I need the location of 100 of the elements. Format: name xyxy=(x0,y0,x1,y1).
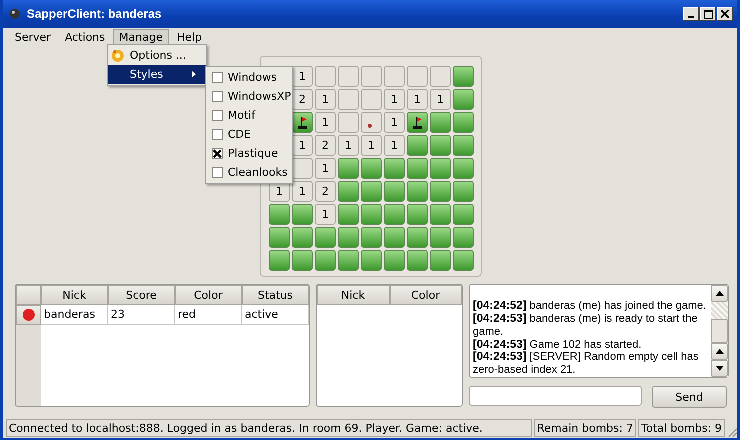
menu-option[interactable]: Styles xyxy=(108,65,206,84)
closed-cell[interactable] xyxy=(269,227,290,248)
menu-item[interactable]: Actions xyxy=(59,29,112,46)
flagged-cell[interactable] xyxy=(407,112,428,133)
column-header[interactable]: Nick xyxy=(41,285,108,305)
closed-cell[interactable] xyxy=(407,227,428,248)
closed-cell[interactable] xyxy=(361,158,382,179)
menu-option[interactable]: WindowsXP xyxy=(206,87,292,106)
open-cell[interactable]: 1 xyxy=(430,89,451,110)
open-cell[interactable]: 1 xyxy=(407,89,428,110)
closed-cell[interactable] xyxy=(430,181,451,202)
open-cell[interactable] xyxy=(384,66,405,87)
closed-cell[interactable] xyxy=(430,112,451,133)
open-cell[interactable] xyxy=(338,89,359,110)
menu-option[interactable]: Cleanlooks xyxy=(206,163,292,182)
closed-cell[interactable] xyxy=(430,204,451,225)
closed-cell[interactable] xyxy=(430,135,451,156)
corner-header[interactable] xyxy=(16,285,41,305)
closed-cell[interactable] xyxy=(407,158,428,179)
closed-cell[interactable] xyxy=(292,204,313,225)
menu-option[interactable]: CDE xyxy=(206,125,292,144)
close-button[interactable] xyxy=(717,7,733,21)
menu-item[interactable]: Help xyxy=(170,29,208,46)
open-cell[interactable] xyxy=(361,66,382,87)
scrollbar[interactable] xyxy=(711,285,728,377)
closed-cell[interactable] xyxy=(292,227,313,248)
closed-cell[interactable] xyxy=(361,227,382,248)
closed-cell[interactable] xyxy=(453,227,474,248)
closed-cell[interactable] xyxy=(338,204,359,225)
maximize-button[interactable] xyxy=(700,7,716,21)
open-cell[interactable]: 1 xyxy=(292,135,313,156)
closed-cell[interactable] xyxy=(269,204,290,225)
menu-option[interactable]: Motif xyxy=(206,106,292,125)
closed-cell[interactable] xyxy=(315,227,336,248)
closed-cell[interactable] xyxy=(384,181,405,202)
open-cell[interactable]: 1 xyxy=(384,89,405,110)
closed-cell[interactable] xyxy=(453,158,474,179)
open-cell[interactable] xyxy=(338,112,359,133)
flagged-cell[interactable] xyxy=(292,112,313,133)
open-cell[interactable] xyxy=(361,112,382,133)
column-header[interactable]: Nick xyxy=(317,285,390,305)
closed-cell[interactable] xyxy=(430,250,451,271)
open-cell[interactable]: 2 xyxy=(292,89,313,110)
open-cell[interactable] xyxy=(430,66,451,87)
closed-cell[interactable] xyxy=(338,158,359,179)
closed-cell[interactable] xyxy=(453,89,474,110)
closed-cell[interactable] xyxy=(384,227,405,248)
closed-cell[interactable] xyxy=(453,181,474,202)
checkbox[interactable] xyxy=(212,167,223,178)
menu-option[interactable]: Plastique xyxy=(206,144,292,163)
closed-cell[interactable] xyxy=(430,158,451,179)
checkbox[interactable] xyxy=(212,148,223,159)
closed-cell[interactable] xyxy=(407,135,428,156)
open-cell[interactable]: 1 xyxy=(292,181,313,202)
closed-cell[interactable] xyxy=(407,181,428,202)
closed-cell[interactable] xyxy=(453,66,474,87)
closed-cell[interactable] xyxy=(292,250,313,271)
closed-cell[interactable] xyxy=(453,112,474,133)
row-header[interactable] xyxy=(16,305,41,325)
closed-cell[interactable] xyxy=(384,250,405,271)
open-cell[interactable] xyxy=(407,66,428,87)
open-cell[interactable]: 2 xyxy=(315,135,336,156)
closed-cell[interactable] xyxy=(453,250,474,271)
closed-cell[interactable] xyxy=(384,204,405,225)
closed-cell[interactable] xyxy=(269,250,290,271)
closed-cell[interactable] xyxy=(407,250,428,271)
closed-cell[interactable] xyxy=(453,204,474,225)
open-cell[interactable] xyxy=(338,66,359,87)
open-cell[interactable] xyxy=(315,66,336,87)
closed-cell[interactable] xyxy=(361,204,382,225)
column-header[interactable]: Status xyxy=(242,285,309,305)
open-cell[interactable] xyxy=(361,89,382,110)
checkbox[interactable] xyxy=(212,110,223,121)
checkbox[interactable] xyxy=(212,91,223,102)
open-cell[interactable] xyxy=(292,158,313,179)
open-cell[interactable]: 1 xyxy=(315,112,336,133)
closed-cell[interactable] xyxy=(361,181,382,202)
closed-cell[interactable] xyxy=(338,227,359,248)
closed-cell[interactable] xyxy=(384,158,405,179)
closed-cell[interactable] xyxy=(338,181,359,202)
menu-item[interactable]: Server xyxy=(9,29,58,46)
open-cell[interactable]: 1 xyxy=(384,135,405,156)
checkbox[interactable] xyxy=(212,129,223,140)
open-cell[interactable]: 1 xyxy=(315,158,336,179)
minimize-button[interactable] xyxy=(683,7,699,21)
open-cell[interactable]: 2 xyxy=(315,181,336,202)
column-header[interactable]: Color xyxy=(390,285,462,305)
menu-option[interactable]: Windows xyxy=(206,68,292,87)
closed-cell[interactable] xyxy=(407,204,428,225)
closed-cell[interactable] xyxy=(338,250,359,271)
column-header[interactable]: Color xyxy=(175,285,242,305)
open-cell[interactable]: 1 xyxy=(315,89,336,110)
menu-option[interactable]: Options ... xyxy=(108,46,206,65)
open-cell[interactable]: 1 xyxy=(384,112,405,133)
open-cell[interactable]: 1 xyxy=(361,135,382,156)
closed-cell[interactable] xyxy=(453,135,474,156)
closed-cell[interactable] xyxy=(315,250,336,271)
closed-cell[interactable] xyxy=(361,250,382,271)
closed-cell[interactable] xyxy=(430,227,451,248)
send-button[interactable]: Send xyxy=(652,386,727,408)
